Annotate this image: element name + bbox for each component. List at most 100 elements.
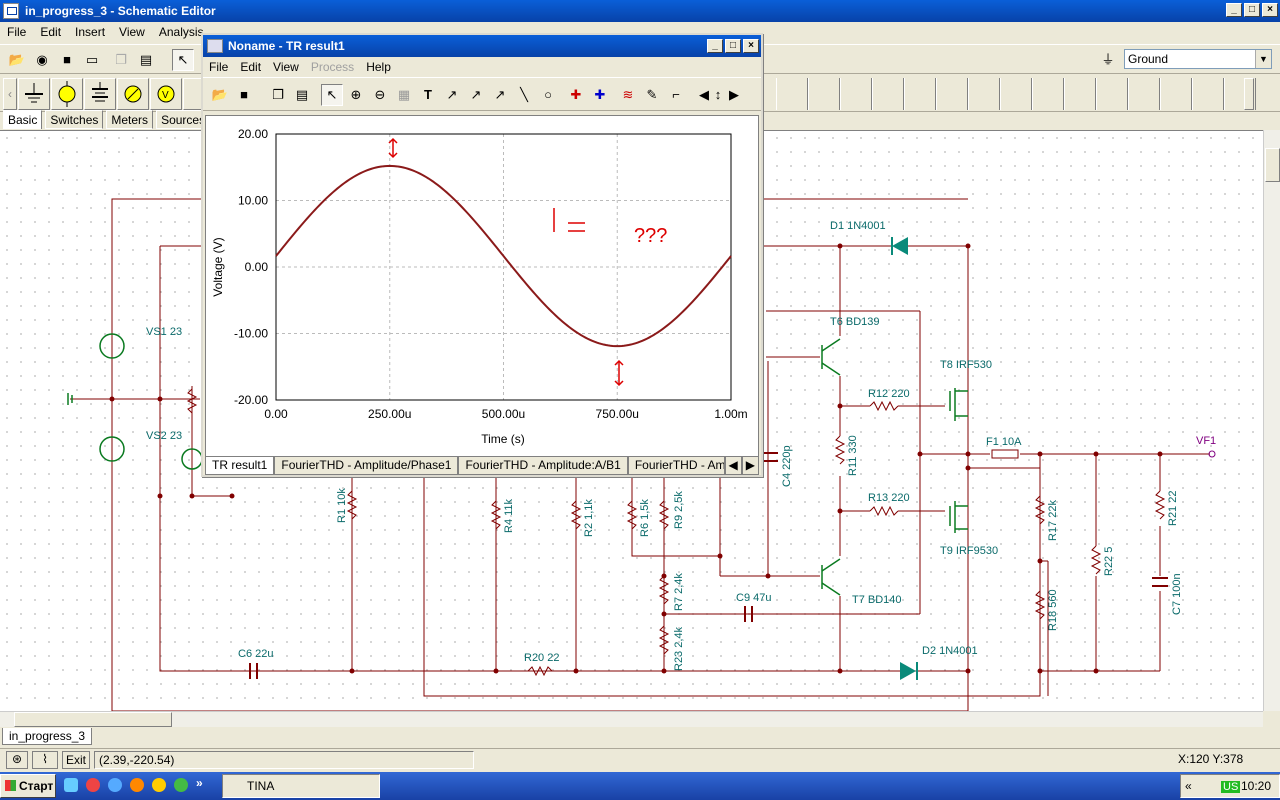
result-menu-view[interactable]: View [267, 60, 305, 74]
open-folder-icon[interactable]: 📂 [6, 49, 28, 71]
exit-button[interactable]: Exit [62, 751, 91, 769]
scroll-right-icon[interactable] [1244, 78, 1254, 110]
sheet-tab[interactable]: in_progress_3 [2, 728, 93, 745]
zoom-out-icon[interactable]: ⊖ [369, 84, 391, 106]
y-tick-label: -20.00 [234, 393, 268, 407]
zoom-in-icon[interactable]: ⊕ [345, 84, 367, 106]
scroll-left-icon[interactable]: ◀ [697, 84, 711, 106]
ground-tool-icon[interactable]: ⏚ [1097, 49, 1119, 71]
quicklaunch-ie-icon[interactable] [64, 778, 78, 792]
more-component-icon[interactable] [183, 78, 203, 110]
tab-fourier-amp-ab[interactable]: FourierTHD - Amplitude:A/B1 [458, 457, 628, 475]
save-icon[interactable]: ■ [233, 84, 255, 106]
quicklaunch-media-icon[interactable] [152, 778, 166, 792]
app-icon[interactable] [3, 3, 19, 19]
open-icon[interactable]: ▭ [81, 49, 103, 71]
label-c7: C7 100n [1171, 573, 1183, 615]
meter-icon[interactable]: V [150, 78, 182, 110]
curve-tool-icon[interactable]: ↗ [441, 84, 463, 106]
tray-chevron-icon[interactable]: « [1185, 779, 1192, 793]
line-tool-icon[interactable]: ╲ [513, 84, 535, 106]
schematic-mode-icon[interactable]: ⊛ [6, 751, 28, 769]
lang-indicator[interactable]: US [1221, 781, 1241, 793]
result-tabs: TR result1 FourierTHD - Amplitude/Phase1… [205, 457, 759, 475]
voltage-source-icon[interactable] [51, 78, 83, 110]
paste-icon[interactable]: ▤ [291, 84, 313, 106]
chevron-down-icon[interactable]: ▼ [1255, 50, 1271, 68]
corner-icon[interactable]: ⌐ [665, 84, 687, 106]
cursor-b-icon[interactable]: ✚ [589, 84, 611, 106]
copy-icon[interactable]: ❐ [110, 49, 132, 71]
cursor-a-icon[interactable]: ✚ [565, 84, 587, 106]
label-c9: C9 47u [736, 592, 771, 604]
horizontal-scroll-thumb[interactable] [14, 712, 172, 727]
label-vs1: VS1 23 [146, 326, 182, 338]
label-r20: R20 22 [524, 652, 559, 664]
tab-tr-result[interactable]: TR result1 [205, 457, 275, 475]
result-minimize-button[interactable]: _ [707, 39, 723, 53]
text-tool-icon[interactable]: T [417, 84, 439, 106]
label-r18: R18 560 [1047, 589, 1059, 631]
tab-meters[interactable]: Meters [106, 110, 154, 129]
maximize-button[interactable]: □ [1244, 3, 1260, 17]
task-item-tina[interactable]: TINA [222, 774, 380, 798]
chart-app-icon[interactable] [207, 39, 223, 53]
tab-fourier-amp-phase[interactable]: FourierTHD - Amplitude/Phase1 [274, 457, 459, 475]
open-folder-icon[interactable]: 📂 [209, 84, 231, 106]
tab-fourier-amp-rms[interactable]: FourierTHD - Amplitude (rms)/ [627, 457, 725, 475]
current-source-icon[interactable] [117, 78, 149, 110]
tab-scroll-left-icon[interactable]: ◀ [724, 457, 742, 475]
close-button[interactable]: × [1262, 3, 1278, 17]
menu-view[interactable]: View [112, 25, 152, 39]
plot-area[interactable]: 20.00 10.00 0.00 -10.00 -20.00 0.00 250.00u 50… [205, 115, 759, 457]
result-window-title: Noname - TR result1 [228, 39, 345, 53]
diagram-mode-icon[interactable]: ⌇ [32, 751, 58, 769]
tab-switches[interactable]: Switches [45, 110, 104, 129]
chevron-right-icon[interactable]: » [196, 776, 203, 790]
arrow-tool-icon[interactable]: ↗ [465, 84, 487, 106]
quicklaunch-firefox-icon[interactable] [130, 778, 144, 792]
svg-text:V: V [162, 90, 169, 101]
result-menu-file[interactable]: File [203, 60, 234, 74]
curves-icon[interactable]: ≋ [617, 84, 639, 106]
menu-edit[interactable]: Edit [33, 25, 68, 39]
label-r4: R4 11k [503, 498, 515, 533]
menu-file[interactable]: File [0, 25, 33, 39]
vertical-scrollbar[interactable] [1263, 130, 1280, 711]
label-r9: R9 2,5k [673, 491, 685, 529]
annotation-text: ??? [634, 225, 667, 247]
quicklaunch-chrome2-icon[interactable] [174, 778, 188, 792]
quicklaunch-chrome-icon[interactable] [86, 778, 100, 792]
result-maximize-button[interactable]: □ [725, 39, 741, 53]
result-menu-edit[interactable]: Edit [234, 60, 267, 74]
copy-icon[interactable]: ❐ [267, 84, 289, 106]
marker-tool-icon[interactable]: ↗ [489, 84, 511, 106]
ground-select[interactable]: Ground ▼ [1124, 49, 1272, 69]
status-coords: (2.39,-220.54) [94, 751, 474, 769]
save-icon[interactable]: ■ [56, 49, 78, 71]
menu-insert[interactable]: Insert [68, 25, 112, 39]
browse-icon[interactable]: ◉ [31, 49, 53, 71]
ground-component-icon[interactable] [18, 78, 50, 110]
result-close-button[interactable]: × [743, 39, 759, 53]
quicklaunch-browser-icon[interactable] [108, 778, 122, 792]
label-r6: R6 1,5k [639, 499, 651, 537]
scroll-left-icon[interactable]: ‹ [3, 78, 17, 110]
start-button[interactable]: Старт [0, 774, 56, 798]
tab-scroll-right-icon[interactable]: ▶ [741, 457, 759, 475]
vertical-scroll-thumb[interactable] [1265, 148, 1280, 182]
pen-icon[interactable]: ✎ [641, 84, 663, 106]
paste-icon[interactable]: ▤ [135, 49, 157, 71]
result-menu-help[interactable]: Help [360, 60, 397, 74]
tab-basic[interactable]: Basic [3, 110, 43, 129]
scroll-right-icon[interactable]: ▶ [727, 84, 741, 106]
ellipse-tool-icon[interactable]: ○ [537, 84, 559, 106]
scroll-updown-icon[interactable]: ↕ [711, 84, 725, 106]
grid-icon[interactable]: ▦ [393, 84, 415, 106]
minimize-button[interactable]: _ [1226, 3, 1242, 17]
result-menu-process[interactable]: Process [305, 60, 360, 74]
horizontal-scrollbar[interactable] [0, 711, 1263, 727]
battery-icon[interactable] [84, 78, 116, 110]
pointer-icon[interactable]: ↖ [172, 49, 194, 71]
pointer-icon[interactable]: ↖ [321, 84, 343, 106]
